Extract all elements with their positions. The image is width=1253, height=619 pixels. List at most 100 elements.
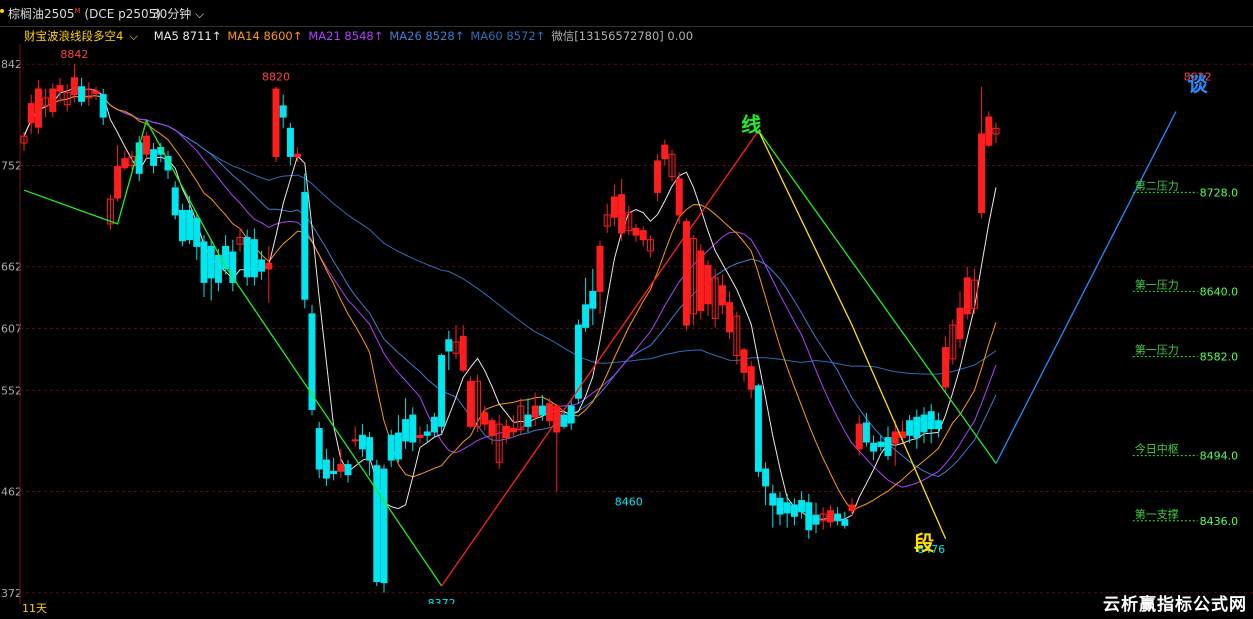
symbol-title[interactable]: 棕榈油2505M (DCE p2505) <box>8 5 161 22</box>
candle-body <box>193 217 201 247</box>
candle-body <box>445 339 453 352</box>
candle-body <box>812 514 820 525</box>
candle-body <box>718 285 726 306</box>
wave-mark: 线 <box>741 113 761 137</box>
candle-body <box>351 439 359 442</box>
candle-body <box>488 420 496 436</box>
chevron-down-icon: ⌵ <box>129 29 139 43</box>
level-label: 第一压力 <box>1135 277 1179 291</box>
candle-body <box>560 414 568 427</box>
active-dot-icon <box>0 9 4 13</box>
days-label: 11天 <box>22 602 47 615</box>
candle-body <box>553 405 561 433</box>
y-tick-label: 752 <box>1 159 22 172</box>
price-annotation: 8372 <box>428 597 456 604</box>
candle-body <box>56 85 64 92</box>
candle-body <box>150 149 158 166</box>
y-tick-label: 607 <box>1 322 22 335</box>
candle-body <box>848 504 856 512</box>
candlestick-chart[interactable]: 8427526626075524623728842882083728460847… <box>0 44 1253 604</box>
candle-body <box>366 437 374 461</box>
candle-body <box>510 428 518 433</box>
candle-body <box>466 380 474 427</box>
candle-body <box>438 354 446 427</box>
price-annotation: 8842 <box>60 48 88 61</box>
candle-body <box>870 442 878 452</box>
candle-body <box>985 116 993 146</box>
indicator-name[interactable]: 财宝波浪线段多空4 ⌵ <box>24 29 148 43</box>
wave-mark: 段 <box>914 531 934 555</box>
ma21-line <box>23 95 997 488</box>
candle-body <box>826 510 834 523</box>
candle-body <box>920 414 928 433</box>
candle-body <box>596 245 604 292</box>
candle-body <box>380 468 388 584</box>
candle-body <box>99 94 107 118</box>
candle-body <box>934 420 942 430</box>
watermark: 云析赢指标公式网 <box>1103 595 1247 615</box>
candle-body <box>200 241 208 283</box>
level-value: 8436.0 <box>1200 515 1239 528</box>
candle-body <box>358 434 366 450</box>
candle-body <box>834 513 842 522</box>
level-label: 第一支撑 <box>1135 507 1179 521</box>
candle-body <box>546 403 554 422</box>
candle-body <box>121 158 129 169</box>
candle-body <box>956 307 964 340</box>
candle-body <box>49 88 57 112</box>
legend-item: MA14 8600↑ <box>227 29 303 43</box>
candle-body <box>776 497 784 515</box>
legend-item: 微信[13156572780] 0.00 <box>551 29 694 43</box>
y-tick-label: 842 <box>1 58 22 71</box>
y-tick-label: 662 <box>1 261 22 274</box>
candle-body <box>402 419 410 442</box>
level-value: 8640.0 <box>1200 285 1239 298</box>
candle-body <box>330 470 338 475</box>
candle-body <box>675 178 683 216</box>
candle-body <box>373 465 381 583</box>
chart-header: 棕榈油2505M (DCE p2505) 30分钟 ⌵ <box>0 0 1253 27</box>
wave-line <box>441 130 759 587</box>
candle-body <box>409 414 417 443</box>
candle-body <box>963 277 971 315</box>
candle-body <box>524 414 532 427</box>
candle-body <box>315 428 323 470</box>
candle-body <box>301 191 309 300</box>
candle-body <box>942 347 950 388</box>
candle-body <box>92 90 100 94</box>
candle-body <box>704 265 712 305</box>
wave-mark: 谈 <box>1188 72 1209 96</box>
candle-body <box>258 259 266 272</box>
candle-body <box>207 245 215 279</box>
level-label: 今日中枢 <box>1135 442 1179 456</box>
candle-body <box>790 504 798 517</box>
legend-item: MA5 8711↑ <box>153 29 222 43</box>
candle-body <box>214 254 222 283</box>
candle-body <box>697 250 705 312</box>
candle-body <box>531 405 539 418</box>
symbol-code: (DCE p2505) <box>84 7 161 21</box>
candle-body <box>78 86 86 102</box>
candle-body <box>726 302 734 333</box>
candle-body <box>114 166 122 199</box>
candle-body <box>841 519 849 526</box>
candle-body <box>762 468 770 487</box>
candle-body <box>783 502 791 514</box>
candle-body <box>171 187 179 216</box>
candle-body <box>927 411 935 430</box>
candle-body <box>632 227 640 236</box>
candle-body <box>34 88 42 128</box>
candle-body <box>481 412 489 425</box>
candle-body <box>178 209 186 242</box>
candle-body <box>416 434 424 439</box>
legend-item: MA60 8572↑ <box>470 29 546 43</box>
candle-body <box>855 423 863 450</box>
candle-body <box>654 160 662 193</box>
candle-body <box>747 366 755 390</box>
period-selector[interactable]: 30分钟 ⌵ <box>152 5 204 22</box>
y-tick-label: 462 <box>1 486 22 499</box>
candle-body <box>502 425 510 439</box>
candle-body <box>243 236 251 278</box>
level-label: 第一压力 <box>1135 343 1179 357</box>
candle-body <box>70 77 78 96</box>
